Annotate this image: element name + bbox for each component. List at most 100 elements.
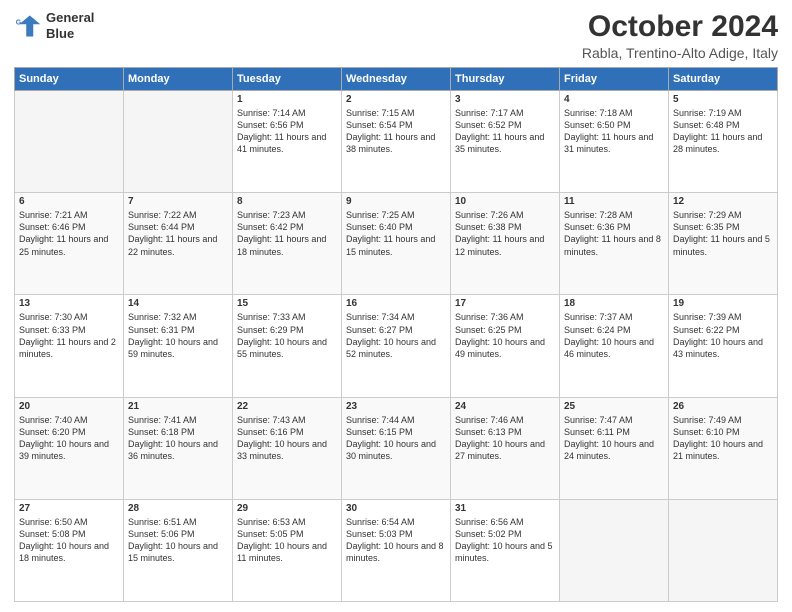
day-number: 5: [673, 94, 773, 105]
calendar-cell: 22 Sunrise: 7:43 AM Sunset: 6:16 PM Dayli…: [233, 397, 342, 499]
cell-content: Sunrise: 7:43 AM Sunset: 6:16 PM Dayligh…: [237, 414, 337, 463]
day-number: 10: [455, 196, 555, 207]
calendar-header-cell: Sunday: [15, 68, 124, 91]
cell-content: Sunrise: 7:49 AM Sunset: 6:10 PM Dayligh…: [673, 414, 773, 463]
cell-content: Sunrise: 7:39 AM Sunset: 6:22 PM Dayligh…: [673, 311, 773, 360]
calendar-week-row: 13 Sunrise: 7:30 AM Sunset: 6:33 PM Dayli…: [15, 295, 778, 397]
calendar-week-row: 1 Sunrise: 7:14 AM Sunset: 6:56 PM Daylig…: [15, 91, 778, 193]
calendar-header-cell: Friday: [560, 68, 669, 91]
cell-content: Sunrise: 7:37 AM Sunset: 6:24 PM Dayligh…: [564, 311, 664, 360]
calendar-cell: 19 Sunrise: 7:39 AM Sunset: 6:22 PM Dayli…: [669, 295, 778, 397]
calendar-cell: 1 Sunrise: 7:14 AM Sunset: 6:56 PM Daylig…: [233, 91, 342, 193]
title-block: October 2024 Rabla, Trentino-Alto Adige,…: [582, 10, 778, 61]
day-number: 16: [346, 298, 446, 309]
calendar-cell: 25 Sunrise: 7:47 AM Sunset: 6:11 PM Dayli…: [560, 397, 669, 499]
cell-content: Sunrise: 7:18 AM Sunset: 6:50 PM Dayligh…: [564, 107, 664, 156]
calendar-cell: 24Sunrise: 7:46 AM Sunset: 6:13 PM Dayli…: [451, 397, 560, 499]
day-number: 24: [455, 401, 555, 412]
day-number: 9: [346, 196, 446, 207]
cell-content: Sunrise: 7:25 AM Sunset: 6:40 PM Dayligh…: [346, 209, 446, 258]
day-number: 25: [564, 401, 664, 412]
cell-content: Sunrise: 7:40 AM Sunset: 6:20 PM Dayligh…: [19, 414, 119, 463]
day-number: 1: [237, 94, 337, 105]
day-number: 14: [128, 298, 228, 309]
logo-icon: G: [14, 12, 42, 40]
cell-content: Sunrise: 7:29 AM Sunset: 6:35 PM Dayligh…: [673, 209, 773, 258]
day-number: 8: [237, 196, 337, 207]
cell-content: Sunrise: 7:44 AM Sunset: 6:15 PM Dayligh…: [346, 414, 446, 463]
calendar-header-cell: Tuesday: [233, 68, 342, 91]
calendar-cell: 27 Sunrise: 6:50 AM Sunset: 5:08 PM Dayli…: [15, 499, 124, 601]
calendar-cell: 20Sunrise: 7:40 AM Sunset: 6:20 PM Dayli…: [15, 397, 124, 499]
calendar-week-row: 6Sunrise: 7:21 AM Sunset: 6:46 PM Daylig…: [15, 193, 778, 295]
day-number: 11: [564, 196, 664, 207]
day-number: 19: [673, 298, 773, 309]
cell-content: Sunrise: 7:36 AM Sunset: 6:25 PM Dayligh…: [455, 311, 555, 360]
calendar-cell: 21Sunrise: 7:41 AM Sunset: 6:18 PM Dayli…: [124, 397, 233, 499]
calendar-week-row: 20Sunrise: 7:40 AM Sunset: 6:20 PM Dayli…: [15, 397, 778, 499]
svg-text:G: G: [16, 19, 22, 26]
calendar-cell: 2 Sunrise: 7:15 AM Sunset: 6:54 PM Daylig…: [342, 91, 451, 193]
calendar-cell: [669, 499, 778, 601]
calendar-cell: 26 Sunrise: 7:49 AM Sunset: 6:10 PM Dayli…: [669, 397, 778, 499]
cell-content: Sunrise: 6:56 AM Sunset: 5:02 PM Dayligh…: [455, 516, 555, 565]
calendar-cell: 28Sunrise: 6:51 AM Sunset: 5:06 PM Dayli…: [124, 499, 233, 601]
logo-text: General Blue: [46, 10, 94, 41]
cell-content: Sunrise: 7:15 AM Sunset: 6:54 PM Dayligh…: [346, 107, 446, 156]
calendar-cell: 12Sunrise: 7:29 AM Sunset: 6:35 PM Dayli…: [669, 193, 778, 295]
calendar-cell: 13 Sunrise: 7:30 AM Sunset: 6:33 PM Dayli…: [15, 295, 124, 397]
cell-content: Sunrise: 7:30 AM Sunset: 6:33 PM Dayligh…: [19, 311, 119, 360]
day-number: 17: [455, 298, 555, 309]
cell-content: Sunrise: 7:17 AM Sunset: 6:52 PM Dayligh…: [455, 107, 555, 156]
cell-content: Sunrise: 6:54 AM Sunset: 5:03 PM Dayligh…: [346, 516, 446, 565]
calendar-body: 1 Sunrise: 7:14 AM Sunset: 6:56 PM Daylig…: [15, 91, 778, 602]
cell-content: Sunrise: 7:23 AM Sunset: 6:42 PM Dayligh…: [237, 209, 337, 258]
cell-content: Sunrise: 7:21 AM Sunset: 6:46 PM Dayligh…: [19, 209, 119, 258]
calendar-header-cell: Wednesday: [342, 68, 451, 91]
calendar-cell: 3Sunrise: 7:17 AM Sunset: 6:52 PM Daylig…: [451, 91, 560, 193]
day-number: 23: [346, 401, 446, 412]
calendar-cell: 29 Sunrise: 6:53 AM Sunset: 5:05 PM Dayli…: [233, 499, 342, 601]
month-title: October 2024: [582, 10, 778, 43]
calendar-cell: 17 Sunrise: 7:36 AM Sunset: 6:25 PM Dayli…: [451, 295, 560, 397]
day-number: 15: [237, 298, 337, 309]
day-number: 7: [128, 196, 228, 207]
day-number: 22: [237, 401, 337, 412]
cell-content: Sunrise: 7:14 AM Sunset: 6:56 PM Dayligh…: [237, 107, 337, 156]
cell-content: Sunrise: 6:53 AM Sunset: 5:05 PM Dayligh…: [237, 516, 337, 565]
cell-content: Sunrise: 7:47 AM Sunset: 6:11 PM Dayligh…: [564, 414, 664, 463]
calendar-header-cell: Thursday: [451, 68, 560, 91]
cell-content: Sunrise: 7:33 AM Sunset: 6:29 PM Dayligh…: [237, 311, 337, 360]
day-number: 30: [346, 503, 446, 514]
day-number: 2: [346, 94, 446, 105]
day-number: 29: [237, 503, 337, 514]
calendar-cell: 18 Sunrise: 7:37 AM Sunset: 6:24 PM Dayli…: [560, 295, 669, 397]
cell-content: Sunrise: 6:50 AM Sunset: 5:08 PM Dayligh…: [19, 516, 119, 565]
calendar-cell: 7 Sunrise: 7:22 AM Sunset: 6:44 PM Daylig…: [124, 193, 233, 295]
calendar-cell: 11 Sunrise: 7:28 AM Sunset: 6:36 PM Dayli…: [560, 193, 669, 295]
calendar-cell: 31 Sunrise: 6:56 AM Sunset: 5:02 PM Dayli…: [451, 499, 560, 601]
cell-content: Sunrise: 7:22 AM Sunset: 6:44 PM Dayligh…: [128, 209, 228, 258]
calendar-cell: 6Sunrise: 7:21 AM Sunset: 6:46 PM Daylig…: [15, 193, 124, 295]
calendar-header-cell: Monday: [124, 68, 233, 91]
logo: G General Blue: [14, 10, 94, 41]
day-number: 21: [128, 401, 228, 412]
calendar-cell: 15 Sunrise: 7:33 AM Sunset: 6:29 PM Dayli…: [233, 295, 342, 397]
calendar-cell: 10Sunrise: 7:26 AM Sunset: 6:38 PM Dayli…: [451, 193, 560, 295]
day-number: 13: [19, 298, 119, 309]
calendar-cell: 5Sunrise: 7:19 AM Sunset: 6:48 PM Daylig…: [669, 91, 778, 193]
header: G General Blue October 2024 Rabla, Trent…: [14, 10, 778, 61]
day-number: 26: [673, 401, 773, 412]
cell-content: Sunrise: 7:28 AM Sunset: 6:36 PM Dayligh…: [564, 209, 664, 258]
day-number: 18: [564, 298, 664, 309]
calendar-cell: 30 Sunrise: 6:54 AM Sunset: 5:03 PM Dayli…: [342, 499, 451, 601]
calendar-cell: [15, 91, 124, 193]
day-number: 31: [455, 503, 555, 514]
calendar-cell: 14Sunrise: 7:32 AM Sunset: 6:31 PM Dayli…: [124, 295, 233, 397]
calendar-header-cell: Saturday: [669, 68, 778, 91]
calendar-cell: 9 Sunrise: 7:25 AM Sunset: 6:40 PM Daylig…: [342, 193, 451, 295]
day-number: 27: [19, 503, 119, 514]
calendar-cell: [560, 499, 669, 601]
calendar-cell: 8 Sunrise: 7:23 AM Sunset: 6:42 PM Daylig…: [233, 193, 342, 295]
day-number: 28: [128, 503, 228, 514]
